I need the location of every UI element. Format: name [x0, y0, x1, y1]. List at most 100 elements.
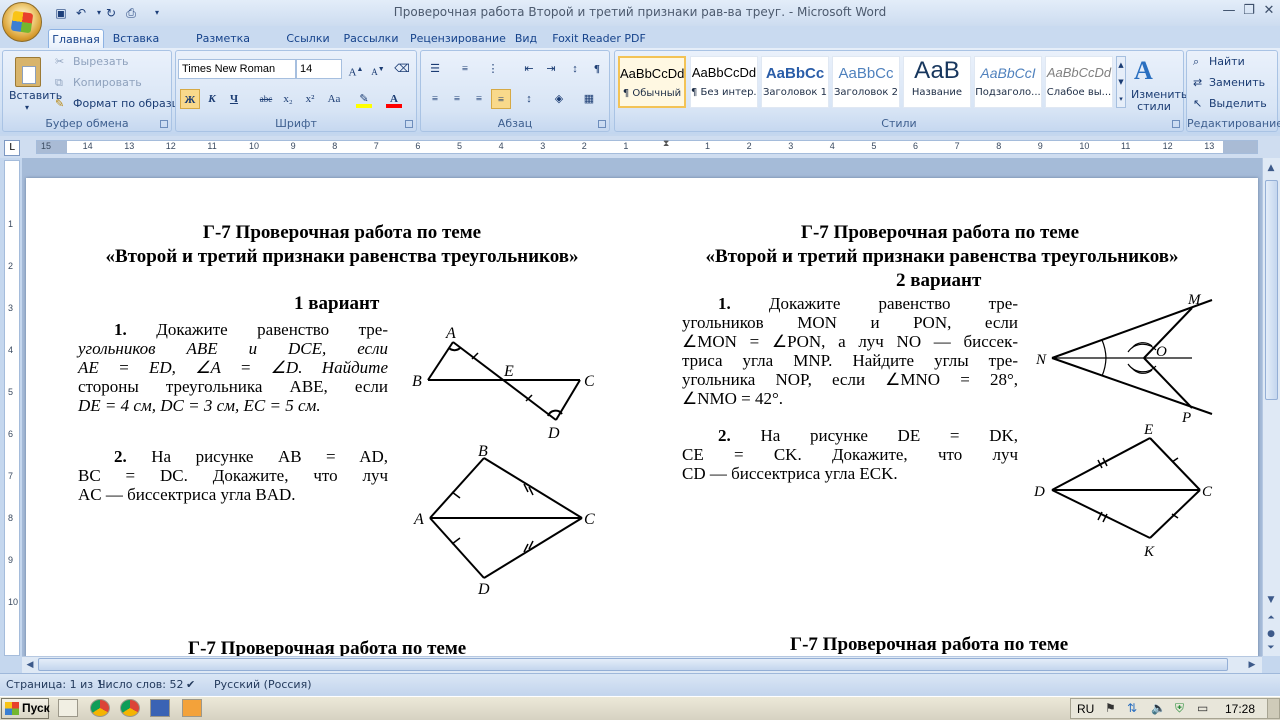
- chrome-icon[interactable]: [90, 699, 110, 717]
- cut-icon[interactable]: ✂: [55, 55, 64, 68]
- word-count[interactable]: Число слов: 52: [98, 678, 184, 691]
- multilevel-list-icon[interactable]: ⋮: [483, 59, 503, 79]
- borders-icon[interactable]: ▦: [579, 89, 599, 109]
- align-center-icon[interactable]: ≡: [447, 89, 467, 109]
- paste-icon[interactable]: [15, 57, 41, 87]
- network-icon[interactable]: ⇅: [1127, 701, 1137, 715]
- style-no-spacing[interactable]: AaBbCcDd ¶ Без интер...: [690, 56, 758, 108]
- select-button[interactable]: Выделить: [1209, 97, 1267, 110]
- tab-page-layout[interactable]: Разметка страницы: [170, 29, 276, 64]
- tab-review[interactable]: Рецензирование: [410, 29, 506, 48]
- word-taskbar-icon[interactable]: [150, 699, 170, 717]
- minimize-button[interactable]: —: [1218, 2, 1240, 20]
- change-styles-icon[interactable]: A: [1134, 56, 1153, 86]
- document-page[interactable]: Г-7 Проверочная работа по теме «Второй и…: [26, 178, 1258, 656]
- strikethrough-button[interactable]: abc: [256, 89, 276, 109]
- style-heading-1[interactable]: AaBbCc Заголовок 1: [761, 56, 829, 108]
- chrome-icon-2[interactable]: [120, 699, 140, 717]
- format-painter-button[interactable]: Формат по образцу: [73, 97, 186, 110]
- language-status[interactable]: Русский (Россия): [214, 678, 312, 691]
- clock[interactable]: 17:28: [1225, 702, 1255, 716]
- keyboard-layout[interactable]: RU: [1077, 702, 1094, 716]
- increase-indent-icon[interactable]: ⇥: [541, 59, 561, 79]
- styles-scroll-icon[interactable]: ▲ ▼ ▾: [1116, 56, 1126, 108]
- shading-icon[interactable]: ◈: [549, 89, 569, 109]
- cut-button[interactable]: Вырезать: [73, 55, 128, 68]
- styles-launcher-icon[interactable]: [1172, 120, 1180, 128]
- spellcheck-icon[interactable]: ✔: [186, 678, 195, 691]
- app-taskbar-icon[interactable]: [182, 699, 202, 717]
- align-left-icon[interactable]: ≡: [425, 89, 445, 109]
- replace-icon[interactable]: ⇄: [1193, 76, 1202, 89]
- change-styles-button[interactable]: Изменить стили: [1131, 89, 1187, 113]
- subscript-button[interactable]: x₂: [278, 89, 298, 109]
- show-desktop-icon[interactable]: [58, 699, 78, 717]
- decrease-indent-icon[interactable]: ⇤: [519, 59, 539, 79]
- tab-insert[interactable]: Вставка: [110, 29, 162, 48]
- italic-button[interactable]: К: [202, 89, 222, 109]
- sort-icon[interactable]: ↕: [565, 59, 585, 79]
- numbering-icon[interactable]: ≡: [455, 59, 475, 79]
- tab-references[interactable]: Ссылки: [284, 29, 332, 48]
- copy-button[interactable]: Копировать: [73, 76, 142, 89]
- highlight-icon[interactable]: ✎: [354, 89, 374, 109]
- bold-button[interactable]: Ж: [180, 89, 200, 109]
- style-title[interactable]: АаВ Название: [903, 56, 971, 108]
- show-desktop-button[interactable]: [1267, 699, 1279, 718]
- shrink-font-button[interactable]: A▼: [368, 59, 388, 79]
- shield-icon[interactable]: ⛨: [1175, 701, 1184, 716]
- bullets-icon[interactable]: ☰: [425, 59, 445, 79]
- grow-font-button[interactable]: A▲: [346, 59, 366, 79]
- align-right-icon[interactable]: ≡: [469, 89, 489, 109]
- close-button[interactable]: ✕: [1258, 2, 1280, 20]
- style-heading-2[interactable]: AaBbCc Заголовок 2: [832, 56, 900, 108]
- underline-button[interactable]: Ч: [224, 89, 244, 109]
- horizontal-scrollbar[interactable]: ◀ ▶: [22, 656, 1262, 673]
- show-marks-button[interactable]: ¶: [587, 59, 607, 79]
- format-painter-icon[interactable]: ✎: [55, 97, 64, 110]
- line-spacing-icon[interactable]: ↕: [519, 89, 539, 109]
- next-page-icon[interactable]: ⏷: [1263, 640, 1279, 656]
- copy-icon[interactable]: ⧉: [55, 76, 63, 90]
- justify-icon[interactable]: ≡: [491, 89, 511, 109]
- horizontal-ruler[interactable]: 1514131211109876543211234567891011121314…: [36, 139, 1258, 154]
- indent-marker-icon[interactable]: ⧗: [663, 139, 669, 149]
- clear-format-icon[interactable]: ⌫: [392, 59, 412, 79]
- style-subtitle[interactable]: AaBbCcI Подзаголо...: [974, 56, 1042, 108]
- tab-foxit[interactable]: Foxit Reader PDF: [552, 29, 646, 48]
- volume-icon[interactable]: 🔈: [1151, 701, 1166, 715]
- tab-selector[interactable]: L: [4, 140, 20, 156]
- style-subtle-emphasis[interactable]: AaBbCcDd Слабое вы...: [1045, 56, 1113, 108]
- find-button[interactable]: Найти: [1209, 55, 1245, 68]
- scroll-down-icon[interactable]: ▼: [1263, 592, 1279, 608]
- scroll-left-icon[interactable]: ◀: [22, 657, 38, 673]
- tab-home[interactable]: Главная: [48, 29, 104, 48]
- replace-button[interactable]: Заменить: [1209, 76, 1265, 89]
- font-size-select[interactable]: 14: [296, 59, 342, 79]
- office-button[interactable]: [2, 2, 42, 42]
- tab-view[interactable]: Вид: [508, 29, 544, 48]
- start-button[interactable]: Пуск: [1, 698, 50, 719]
- scroll-right-icon[interactable]: ▶: [1244, 657, 1260, 673]
- tray-icon-1[interactable]: ⚑: [1105, 701, 1116, 715]
- battery-icon[interactable]: ▭: [1197, 701, 1208, 715]
- select-icon[interactable]: ↖: [1193, 97, 1202, 110]
- horizontal-scroll-thumb[interactable]: [38, 658, 1228, 671]
- find-icon[interactable]: ⌕: [1193, 55, 1199, 69]
- ruler-number: 8: [332, 141, 338, 151]
- tab-mailings[interactable]: Рассылки: [340, 29, 402, 48]
- font-color-button[interactable]: A: [384, 89, 404, 109]
- font-launcher-icon[interactable]: [405, 120, 413, 128]
- paragraph-launcher-icon[interactable]: [598, 120, 606, 128]
- clipboard-launcher-icon[interactable]: [160, 120, 168, 128]
- vertical-scrollbar[interactable]: ▲ ▼ ⏶ ● ⏷: [1262, 158, 1280, 656]
- style-normal[interactable]: AaBbCcDd ¶ Обычный: [618, 56, 686, 108]
- change-case-button[interactable]: Aa: [324, 89, 344, 109]
- prev-page-icon[interactable]: ⏶: [1263, 610, 1279, 626]
- vertical-scroll-thumb[interactable]: [1265, 180, 1278, 400]
- superscript-button[interactable]: x²: [300, 89, 320, 109]
- font-family-select[interactable]: Times New Roman: [178, 59, 296, 79]
- page-count[interactable]: Страница: 1 из 1: [6, 678, 104, 691]
- maximize-button[interactable]: ❐: [1238, 2, 1260, 20]
- scroll-up-icon[interactable]: ▲: [1263, 160, 1279, 176]
